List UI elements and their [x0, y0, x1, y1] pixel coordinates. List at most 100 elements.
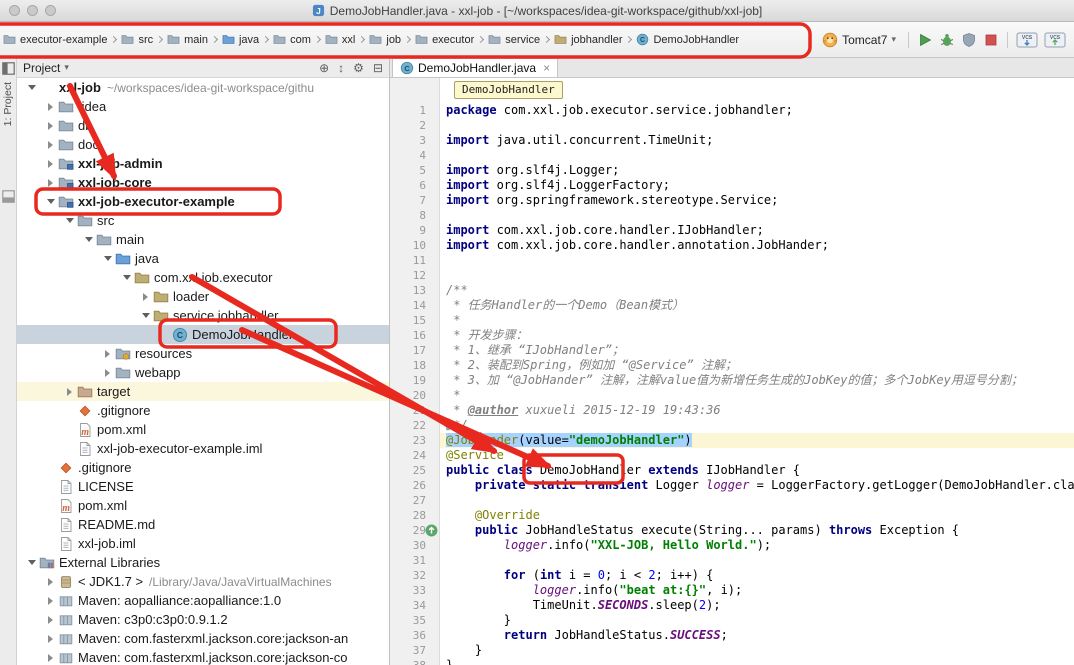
- tree-item-target[interactable]: target: [17, 382, 389, 401]
- line-number[interactable]: 1: [390, 103, 440, 118]
- code-text[interactable]: [440, 553, 1074, 568]
- tree-item-xxl-job-admin[interactable]: xxl-job-admin: [17, 154, 389, 173]
- code-text[interactable]: import com.xxl.job.core.handler.annotati…: [440, 238, 1074, 253]
- line-number[interactable]: 27: [390, 493, 440, 508]
- tree-item-maven-com-fasterxml-jackson-core-jackson-an[interactable]: Maven: com.fasterxml.jackson.core:jackso…: [17, 629, 389, 648]
- code-text[interactable]: return JobHandleStatus.SUCCESS;: [440, 628, 1074, 643]
- code-text[interactable]: logger.info("XXL-JOB, Hello World.");: [440, 538, 1074, 553]
- collapsed-arrow-icon[interactable]: [100, 350, 115, 358]
- line-number[interactable]: 35: [390, 613, 440, 628]
- code-text[interactable]: import org.slf4j.Logger;: [440, 163, 1074, 178]
- code-line-35[interactable]: 35 }: [390, 613, 1074, 628]
- code-line-12[interactable]: 12: [390, 268, 1074, 283]
- code-line-15[interactable]: 15 *: [390, 313, 1074, 328]
- code-line-32[interactable]: 32 for (int i = 0; i < 2; i++) {: [390, 568, 1074, 583]
- code-line-31[interactable]: 31: [390, 553, 1074, 568]
- code-text[interactable]: * 1、继承 “IJobHandler”；: [440, 343, 1074, 358]
- code-line-21[interactable]: 21 * @author xuxueli 2015-12-19 19:43:36: [390, 403, 1074, 418]
- code-text[interactable]: import com.xxl.job.core.handler.IJobHand…: [440, 223, 1074, 238]
- editor-breadcrumb-chip[interactable]: DemoJobHandler: [454, 81, 563, 99]
- tree-item-maven-com-fasterxml-jackson-core-jackson-co[interactable]: Maven: com.fasterxml.jackson.core:jackso…: [17, 648, 389, 665]
- override-gutter-icon[interactable]: [425, 524, 438, 537]
- breadcrumb-item-xxl[interactable]: xxl: [324, 32, 356, 47]
- code-line-13[interactable]: 13/**: [390, 283, 1074, 298]
- stop-button[interactable]: [983, 32, 999, 48]
- code-text[interactable]: private static transient Logger logger =…: [440, 478, 1074, 493]
- code-line-14[interactable]: 14 * 任务Handler的一个Demo（Bean模式）: [390, 298, 1074, 313]
- line-number[interactable]: 24: [390, 448, 440, 463]
- code-line-34[interactable]: 34 TimeUnit.SECONDS.sleep(2);: [390, 598, 1074, 613]
- code-line-5[interactable]: 5import org.slf4j.Logger;: [390, 163, 1074, 178]
- line-number[interactable]: 4: [390, 148, 440, 163]
- code-text[interactable]: }: [440, 643, 1074, 658]
- breadcrumb-item-service[interactable]: service: [487, 32, 541, 47]
- line-number[interactable]: 5: [390, 163, 440, 178]
- line-number[interactable]: 10: [390, 238, 440, 253]
- code-line-22[interactable]: 22 */: [390, 418, 1074, 433]
- collapsed-arrow-icon[interactable]: [43, 597, 58, 605]
- project-toolwindow-icon[interactable]: [2, 62, 15, 75]
- line-number[interactable]: 25: [390, 463, 440, 478]
- line-number[interactable]: 15: [390, 313, 440, 328]
- tree-item-xxl-job-executor-example-iml[interactable]: xxl-job-executor-example.iml: [17, 439, 389, 458]
- collapsed-arrow-icon[interactable]: [43, 122, 58, 130]
- collapsed-arrow-icon[interactable]: [138, 293, 153, 301]
- line-number[interactable]: 17: [390, 343, 440, 358]
- code-line-28[interactable]: 28 @Override: [390, 508, 1074, 523]
- hide-panel-icon[interactable]: ⊟: [373, 62, 383, 74]
- project-toolwindow-tab[interactable]: 1: Project: [2, 82, 14, 126]
- vcs-commit-button[interactable]: VCS: [1044, 32, 1066, 48]
- tree-item-java[interactable]: java: [17, 249, 389, 268]
- breadcrumb-item-src[interactable]: src: [120, 32, 154, 47]
- tree-item-resources[interactable]: resources: [17, 344, 389, 363]
- code-line-17[interactable]: 17 * 1、继承 “IJobHandler”；: [390, 343, 1074, 358]
- code-text[interactable]: import org.slf4j.LoggerFactory;: [440, 178, 1074, 193]
- code-text[interactable]: /**: [440, 283, 1074, 298]
- code-line-18[interactable]: 18 * 2、装配到Spring，例如加 “@Service” 注解；: [390, 358, 1074, 373]
- code-text[interactable]: TimeUnit.SECONDS.sleep(2);: [440, 598, 1074, 613]
- breadcrumb-item-main[interactable]: main: [166, 32, 209, 47]
- tree-item-idea[interactable]: .idea: [17, 97, 389, 116]
- code-text[interactable]: * @author xuxueli 2015-12-19 19:43:36: [440, 403, 1074, 418]
- line-number[interactable]: 28: [390, 508, 440, 523]
- tree-item-src[interactable]: src: [17, 211, 389, 230]
- expanded-arrow-icon[interactable]: [24, 560, 39, 565]
- tree-item-external-libraries[interactable]: External Libraries: [17, 553, 389, 572]
- line-number[interactable]: 22: [390, 418, 440, 433]
- intention-bulb-icon[interactable]: [442, 418, 454, 432]
- tree-item-gitignore[interactable]: .gitignore: [17, 458, 389, 477]
- code-line-11[interactable]: 11: [390, 253, 1074, 268]
- tree-item-readme-md[interactable]: README.md: [17, 515, 389, 534]
- close-window-button[interactable]: [9, 5, 20, 16]
- line-number[interactable]: 32: [390, 568, 440, 583]
- line-number[interactable]: 37: [390, 643, 440, 658]
- tree-item-jdk1-7[interactable]: < JDK1.7 >/Library/Java/JavaVirtualMachi…: [17, 572, 389, 591]
- collapsed-arrow-icon[interactable]: [100, 369, 115, 377]
- line-number[interactable]: 36: [390, 628, 440, 643]
- expanded-arrow-icon[interactable]: [24, 85, 39, 90]
- code-line-7[interactable]: 7import org.springframework.stereotype.S…: [390, 193, 1074, 208]
- collapsed-arrow-icon[interactable]: [43, 635, 58, 643]
- line-number[interactable]: 12: [390, 268, 440, 283]
- code-text[interactable]: @Override: [440, 508, 1074, 523]
- tree-item-webapp[interactable]: webapp: [17, 363, 389, 382]
- code-text[interactable]: *: [440, 313, 1074, 328]
- breadcrumb-item-job[interactable]: job: [368, 32, 402, 47]
- code-text[interactable]: [440, 268, 1074, 283]
- code-text[interactable]: * 2、装配到Spring，例如加 “@Service” 注解；: [440, 358, 1074, 373]
- tree-item-service-jobhandler[interactable]: service.jobhandler: [17, 306, 389, 325]
- breadcrumb-item-executor-example[interactable]: executor-example: [2, 32, 108, 47]
- code-line-23[interactable]: 23@JobHander(value="demoJobHandler"): [390, 433, 1074, 448]
- expanded-arrow-icon[interactable]: [62, 218, 77, 223]
- line-number[interactable]: 26: [390, 478, 440, 493]
- tree-item-gitignore[interactable]: .gitignore: [17, 401, 389, 420]
- line-number[interactable]: 2: [390, 118, 440, 133]
- close-tab-icon[interactable]: ×: [543, 61, 550, 75]
- code-text[interactable]: logger.info("beat at:{}", i);: [440, 583, 1074, 598]
- breadcrumb-item-demojobhandler[interactable]: CDemoJobHandler: [635, 32, 740, 47]
- code-text[interactable]: @Service: [440, 448, 1074, 463]
- line-number[interactable]: 34: [390, 598, 440, 613]
- debug-button[interactable]: [939, 32, 955, 48]
- code-line-33[interactable]: 33 logger.info("beat at:{}", i);: [390, 583, 1074, 598]
- collapsed-arrow-icon[interactable]: [43, 578, 58, 586]
